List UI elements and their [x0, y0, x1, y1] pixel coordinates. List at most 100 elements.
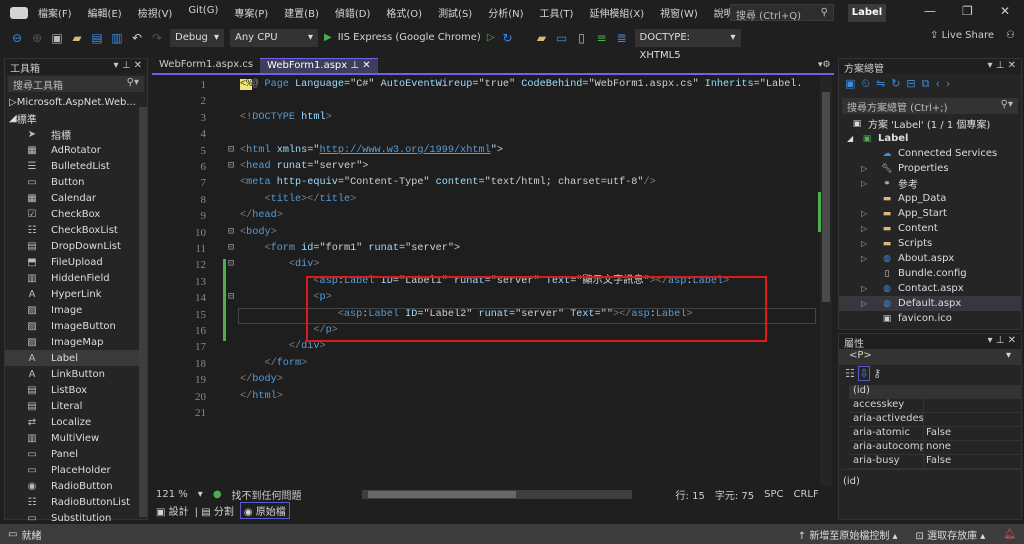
- panel-controls-icon[interactable]: ▾ ⊥ ✕: [988, 60, 1016, 73]
- solution-item[interactable]: ▷ ◍ Contact.aspx: [839, 281, 1021, 296]
- start-without-debug-icon[interactable]: ▷: [487, 32, 495, 43]
- menu-item[interactable]: 檔案(F): [38, 5, 72, 20]
- fold-toggle-icon[interactable]: ⊟: [228, 225, 234, 241]
- restore-button[interactable]: ❐: [962, 4, 973, 18]
- toolbox-item[interactable]: A Label: [5, 350, 147, 366]
- expand-icon[interactable]: ▷: [861, 209, 881, 218]
- menu-item[interactable]: 分析(N): [488, 5, 523, 20]
- panel-controls-icon[interactable]: ▾ ⊥ ✕: [114, 60, 142, 73]
- toolbox-item[interactable]: ▤ DropDownList: [5, 238, 147, 254]
- run-button[interactable]: IIS Express (Google Chrome): [338, 32, 481, 43]
- menu-item[interactable]: 檢視(V): [138, 5, 173, 20]
- tab-webform1-aspx[interactable]: WebForm1.aspx ⊥ ✕: [260, 58, 378, 73]
- menu-item[interactable]: 工具(T): [540, 5, 574, 20]
- view-split-tab[interactable]: | ▤ 分割: [195, 503, 234, 518]
- toolbox-item[interactable]: ☑ CheckBox: [5, 206, 147, 222]
- toolbox-item[interactable]: ▨ ImageButton: [5, 318, 147, 334]
- feedback-icon[interactable]: ⚇: [1006, 30, 1015, 41]
- toolbox-group-standard[interactable]: ◢ 標準: [5, 110, 147, 126]
- toolbox-item[interactable]: ◉ RadioButton: [5, 478, 147, 494]
- toolbox-item[interactable]: ▤ ListBox: [5, 382, 147, 398]
- expand-icon[interactable]: ▷: [861, 239, 881, 248]
- solution-search[interactable]: 搜尋方案總管 (Ctrl+;) ⚲▾: [842, 98, 1018, 114]
- tab-dropdown-icon[interactable]: ▾⚙: [818, 60, 831, 70]
- menu-item[interactable]: 視窗(W): [660, 5, 698, 20]
- solution-item[interactable]: ▣ favicon.ico: [839, 311, 1021, 326]
- browse-icon[interactable]: ▰: [535, 31, 549, 45]
- minimize-button[interactable]: —: [924, 4, 936, 18]
- fold-toggle-icon[interactable]: ⊟: [228, 143, 234, 159]
- view-source-tab[interactable]: ◉ 原始檔: [239, 501, 290, 519]
- close-tab-icon[interactable]: ✕: [362, 60, 370, 71]
- expand-icon[interactable]: ▷: [861, 224, 881, 233]
- platform-dropdown[interactable]: Any CPU ▾: [230, 28, 318, 47]
- solution-toolbar[interactable]: ▣⏲⇋↻⊟⧉‹›: [839, 74, 1021, 96]
- fold-toggle-icon[interactable]: ⊟: [228, 159, 234, 175]
- menu-item[interactable]: 格式(O): [386, 5, 422, 20]
- toolbox-item[interactable]: ☷ CheckBoxList: [5, 222, 147, 238]
- property-value[interactable]: False: [923, 455, 1005, 468]
- toolbox-item[interactable]: A LinkButton: [5, 366, 147, 382]
- indent-icon[interactable]: ≡: [595, 31, 609, 45]
- configuration-dropdown[interactable]: Debug ▾: [170, 28, 224, 47]
- toolbox-item[interactable]: ☷ RadioButtonList: [5, 494, 147, 510]
- fold-toggle-icon[interactable]: ⊟: [228, 241, 234, 257]
- property-row[interactable]: accesskey: [849, 399, 1021, 413]
- expand-icon[interactable]: ▷: [861, 299, 881, 308]
- pin-icon[interactable]: ⊥: [350, 60, 359, 71]
- editor-scrollbar[interactable]: [818, 76, 832, 486]
- expand-icon[interactable]: ▷: [861, 164, 881, 173]
- menu-item[interactable]: 偵錯(D): [335, 5, 371, 20]
- menu-item[interactable]: 延伸模組(X): [589, 5, 644, 20]
- toolbox-item[interactable]: ▭ Button: [5, 174, 147, 190]
- toolbox-group-aspnet[interactable]: ▷ Microsoft.AspNet.Web...: [5, 94, 147, 110]
- toolbox-item[interactable]: ⇄ Localize: [5, 414, 147, 430]
- toolbox-item[interactable]: ▦ Calendar: [5, 190, 147, 206]
- property-value[interactable]: [923, 385, 1005, 398]
- property-row[interactable]: aria-autocompl none: [849, 441, 1021, 455]
- categorized-icon[interactable]: ☷: [845, 367, 855, 380]
- menu-item[interactable]: 專案(P): [234, 5, 268, 20]
- fold-toggle-icon[interactable]: ⊟: [228, 290, 234, 306]
- property-row[interactable]: aria-activedesce: [849, 413, 1021, 427]
- property-row[interactable]: (id): [849, 385, 1021, 399]
- expand-icon[interactable]: ▷: [861, 179, 881, 188]
- solution-item[interactable]: ▬ App_Data: [839, 191, 1021, 206]
- menu-item[interactable]: 編輯(E): [88, 5, 122, 20]
- toolbox-item[interactable]: ▨ Image: [5, 302, 147, 318]
- toolbox-item[interactable]: A HyperLink: [5, 286, 147, 302]
- toolbox-item[interactable]: ⬒ FileUpload: [5, 254, 147, 270]
- horizontal-scrollbar[interactable]: [361, 490, 632, 499]
- solution-item[interactable]: ▷ ⚭ 參考: [839, 176, 1021, 192]
- property-value[interactable]: [923, 399, 1005, 412]
- toolbox-item[interactable]: ▤ Literal: [5, 398, 147, 414]
- solution-item[interactable]: ▷ ▬ Scripts: [839, 236, 1021, 251]
- property-row[interactable]: aria-busy False: [849, 455, 1021, 469]
- fold-toggle-icon[interactable]: ⊟: [228, 257, 234, 273]
- toolbox-item[interactable]: ▨ ImageMap: [5, 334, 147, 350]
- expand-icon[interactable]: ▷: [861, 284, 881, 293]
- property-pages-icon[interactable]: ⚷: [873, 367, 881, 380]
- solution-item[interactable]: ▷ ▬ App_Start: [839, 206, 1021, 221]
- toolbox-item[interactable]: ☰ BulletedList: [5, 158, 147, 174]
- property-row[interactable]: aria-atomic False: [849, 427, 1021, 441]
- whitespace-indicator[interactable]: SPC: [764, 489, 783, 500]
- toolbox-item[interactable]: ▭ Panel: [5, 446, 147, 462]
- view-design-tab[interactable]: ▣ 設計: [156, 503, 189, 518]
- select-repository[interactable]: ⊡ 選取存放庫 ▴: [916, 527, 986, 542]
- property-value[interactable]: none: [923, 441, 1005, 454]
- menu-item[interactable]: Git(G): [188, 5, 218, 20]
- refresh-icon[interactable]: ↻: [501, 31, 515, 45]
- toolbox-item[interactable]: ▥ HiddenField: [5, 270, 147, 286]
- save-all-icon[interactable]: ▥: [110, 31, 124, 45]
- document-icon[interactable]: ▯: [575, 31, 589, 45]
- redo-icon[interactable]: ↷: [150, 31, 164, 45]
- forward-icon[interactable]: ⊕: [30, 31, 44, 45]
- solution-item[interactable]: ▯ Bundle.config: [839, 266, 1021, 281]
- alphabetical-icon[interactable]: ⇩: [858, 366, 870, 381]
- back-icon[interactable]: ⊖: [10, 31, 24, 45]
- toolbox-scrollbar[interactable]: [139, 107, 147, 517]
- toolbox-search[interactable]: 搜尋工具箱 ⚲▾: [8, 76, 144, 92]
- outdent-icon[interactable]: ≣: [615, 31, 629, 45]
- project-node[interactable]: ◢ ▣ Label: [839, 131, 1021, 146]
